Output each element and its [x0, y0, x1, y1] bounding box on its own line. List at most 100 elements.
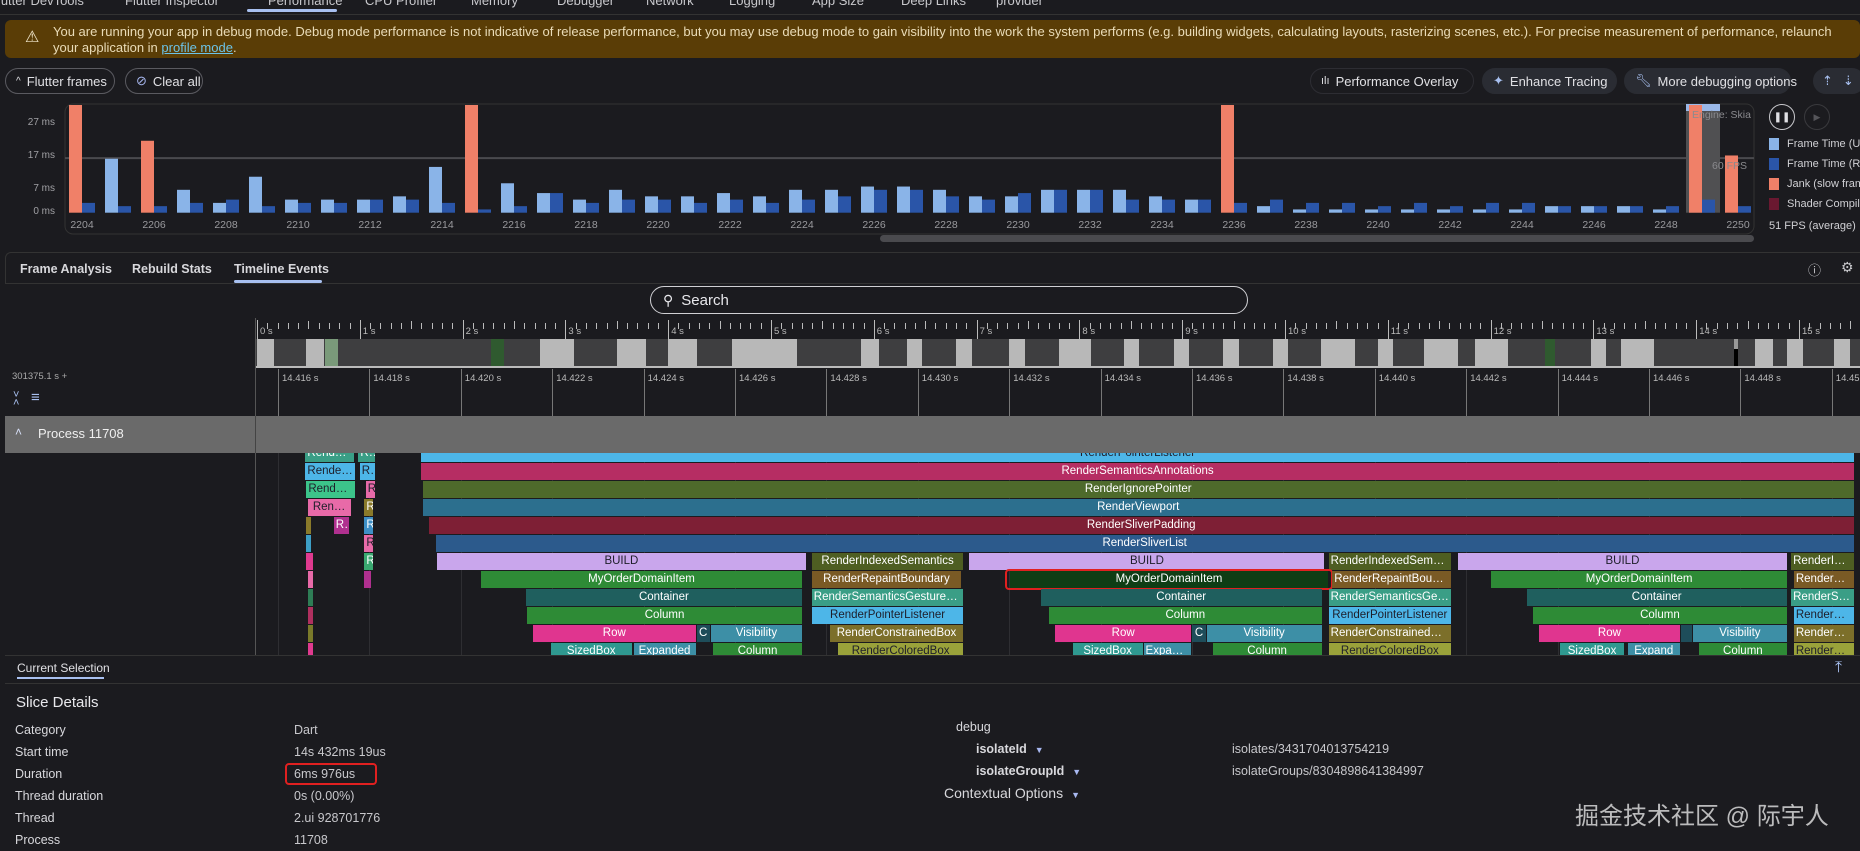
frame-ui-bar[interactable] [645, 196, 658, 213]
frame-raster-bar[interactable] [1414, 202, 1427, 213]
overview-selection-handle[interactable] [1734, 339, 1739, 366]
timeline-event[interactable] [306, 517, 312, 534]
frame-raster-bar[interactable] [1450, 206, 1463, 213]
timeline-event[interactable]: RenderSemanticsGestureHandler [1328, 589, 1452, 606]
timeline-event[interactable]: C [1192, 625, 1206, 642]
timeline-event[interactable]: Ren… [307, 499, 351, 516]
frame-raster-bar[interactable] [730, 199, 743, 213]
timeline-event[interactable] [307, 589, 313, 606]
frame-raster-bar[interactable] [1630, 206, 1643, 213]
frame-raster-bar[interactable] [1198, 199, 1211, 213]
frame-raster-bar[interactable] [334, 202, 347, 213]
timeline-event[interactable]: R… [333, 517, 350, 534]
frame-raster-bar[interactable] [550, 193, 563, 213]
timeline-event[interactable]: RenderPointerListener [811, 607, 964, 624]
frame-ui-bar[interactable] [897, 186, 910, 213]
frame-ui-bar[interactable] [753, 196, 766, 213]
timeline-event[interactable]: R [365, 481, 376, 498]
frame-ui-bar[interactable] [969, 196, 982, 213]
timeline-event[interactable]: RenderIndexedSemantics [811, 553, 964, 570]
timeline-event[interactable]: R [364, 535, 373, 552]
timeline-event[interactable] [307, 607, 313, 624]
timeline-event[interactable]: Column [527, 607, 803, 624]
tab-logging[interactable]: Logging [729, 0, 775, 8]
frame-ui-bar[interactable] [861, 186, 874, 213]
timeline-event[interactable] [306, 553, 313, 570]
timeline-event[interactable]: Row [1054, 625, 1192, 642]
timeline-event[interactable]: RenderConstrainedBox [1793, 625, 1854, 642]
frame-raster-bar[interactable] [586, 202, 599, 213]
download-icon[interactable]: ⇣ [1843, 73, 1854, 89]
frame-ui-bar[interactable] [1185, 199, 1198, 213]
timeline-event[interactable]: R [364, 553, 373, 570]
frame-raster-bar[interactable] [190, 202, 203, 213]
expand-collapse-all-icon[interactable]: ˅ ˄ [13, 390, 19, 409]
timeline-event[interactable]: Render… [305, 453, 355, 462]
timeline-event[interactable]: RenderViewport [422, 499, 1854, 516]
timeline-event[interactable]: RenderColoredBox [1328, 643, 1452, 655]
timeline-event[interactable] [364, 571, 371, 588]
scroll-to-top-icon[interactable]: ⤒ [1835, 659, 1842, 677]
timeline-event[interactable]: BUILD [969, 553, 1325, 570]
frame-raster-bar[interactable] [262, 206, 275, 213]
frame-ui-bar[interactable] [1149, 196, 1162, 213]
pause-button[interactable]: ❚❚ [1769, 104, 1795, 130]
timeline-event[interactable] [1680, 625, 1692, 642]
frame-ui-bar[interactable] [1653, 209, 1666, 213]
frame-raster-bar[interactable] [1378, 206, 1391, 213]
tab-rebuild-stats[interactable]: Rebuild Stats [132, 262, 212, 276]
timeline-event[interactable]: Render… [306, 481, 356, 498]
frame-ui-bar[interactable] [69, 105, 82, 213]
timeline-event[interactable]: C [696, 625, 710, 642]
flutter-frames-chart[interactable] [0, 100, 1860, 250]
enhance-tracing-button[interactable]: ✦ Enhance Tracing [1482, 68, 1617, 94]
chart-scrollbar[interactable] [880, 235, 1754, 242]
timeline-event[interactable]: RenderIndexedSemantics [1791, 553, 1854, 570]
frame-ui-bar[interactable] [357, 199, 370, 213]
timeline-event[interactable]: BUILD [437, 553, 806, 570]
tab-flutter-devtools[interactable]: Flutter DevTools [0, 0, 84, 8]
frame-raster-bar[interactable] [1054, 189, 1067, 213]
frame-ui-bar[interactable] [681, 196, 694, 213]
timeline-event[interactable]: RenderRepaintBoundary [811, 571, 962, 588]
more-debugging-options-button[interactable]: 🔧︎ More debugging options [1624, 68, 1797, 94]
frame-ui-bar[interactable] [213, 202, 226, 213]
timeline-event[interactable]: RenderSliverList [435, 535, 1854, 552]
tab-frame-analysis[interactable]: Frame Analysis [20, 262, 112, 276]
flame-chart[interactable]: Render…R…Render…R…Render…RRen…RR…RRRRend… [256, 453, 1860, 655]
tab-flutter-inspector[interactable]: Flutter Inspector [125, 0, 219, 8]
timeline-event[interactable]: Expand [1627, 643, 1680, 655]
tab-performance[interactable]: Performance [268, 0, 342, 8]
timeline-event[interactable]: SizedBox [550, 643, 632, 655]
frame-ui-bar[interactable] [825, 189, 838, 213]
timeline-event[interactable]: RenderPointerListener [1793, 607, 1854, 624]
tab-network[interactable]: Network [646, 0, 694, 8]
timeline-event[interactable]: Container [525, 589, 803, 606]
timeline-event[interactable]: RenderSemanticsGestureHandler [811, 589, 964, 606]
tab-cpu-profiler[interactable]: CPU Profiler [365, 0, 437, 8]
frame-raster-bar[interactable] [1018, 193, 1031, 213]
frame-raster-bar[interactable] [514, 206, 527, 213]
timeline-event[interactable]: RenderIndexedSemantics [1328, 553, 1452, 570]
timeline-event[interactable]: Expanded [1143, 643, 1192, 655]
timeline-event[interactable]: Column [1212, 643, 1322, 655]
frame-raster-bar[interactable] [1486, 202, 1499, 213]
frame-ui-bar[interactable] [105, 158, 118, 213]
timeline-event[interactable]: MyOrderDomainItem [1491, 571, 1787, 588]
timeline-event[interactable]: R [364, 517, 373, 534]
timeline-event[interactable]: Container [1040, 589, 1322, 606]
frame-ui-bar[interactable] [1005, 196, 1018, 213]
frame-raster-bar[interactable] [1270, 199, 1283, 213]
frame-ui-bar[interactable] [1401, 209, 1414, 213]
frame-raster-bar[interactable] [1594, 206, 1607, 213]
flutter-frames-toggle[interactable]: ^ Flutter frames [5, 68, 115, 94]
timeline-event[interactable]: Column [1048, 607, 1322, 624]
timeline-event[interactable]: R [364, 499, 373, 516]
frame-raster-bar[interactable] [442, 202, 455, 213]
frame-ui-bar[interactable] [501, 183, 514, 213]
timeline-event[interactable]: Visibility [1692, 625, 1787, 642]
timeline-event[interactable]: Column [713, 643, 803, 655]
frame-raster-bar[interactable] [406, 199, 419, 213]
frame-raster-bar[interactable] [82, 202, 95, 213]
tab-debugger[interactable]: Debugger [557, 0, 614, 8]
